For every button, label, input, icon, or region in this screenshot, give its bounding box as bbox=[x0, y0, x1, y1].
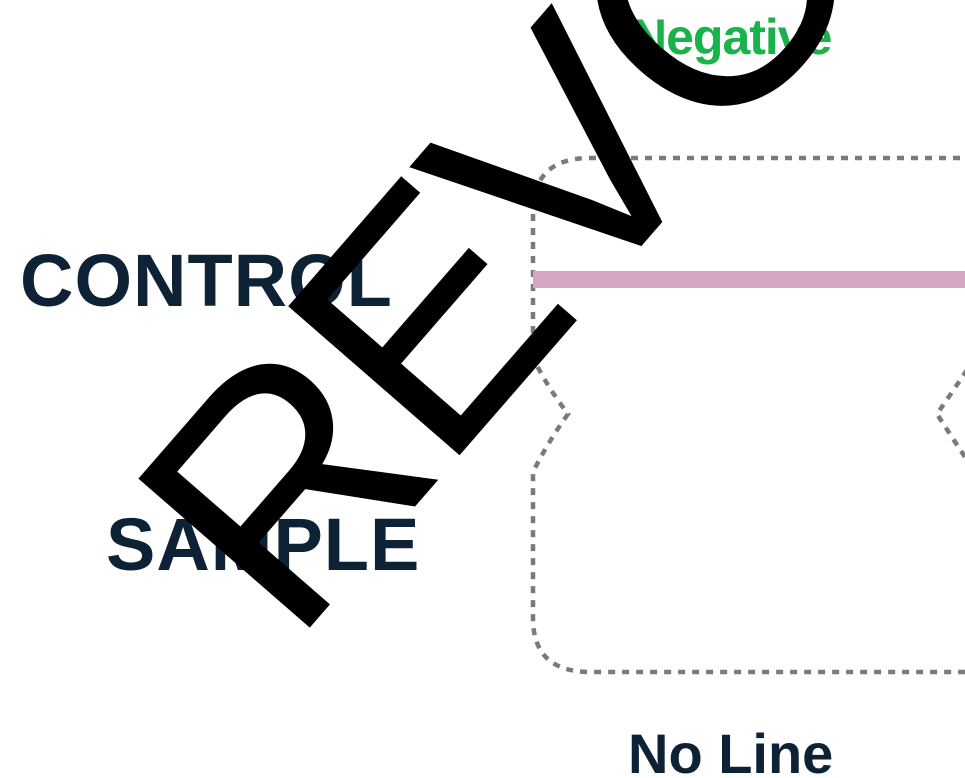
watermark-text: REVOKED bbox=[66, 0, 965, 694]
revoked-watermark: REVOKED bbox=[66, 0, 965, 694]
test-result-diagram: Negative CONTROL SAMPLE No Line REVOKED bbox=[0, 0, 965, 778]
